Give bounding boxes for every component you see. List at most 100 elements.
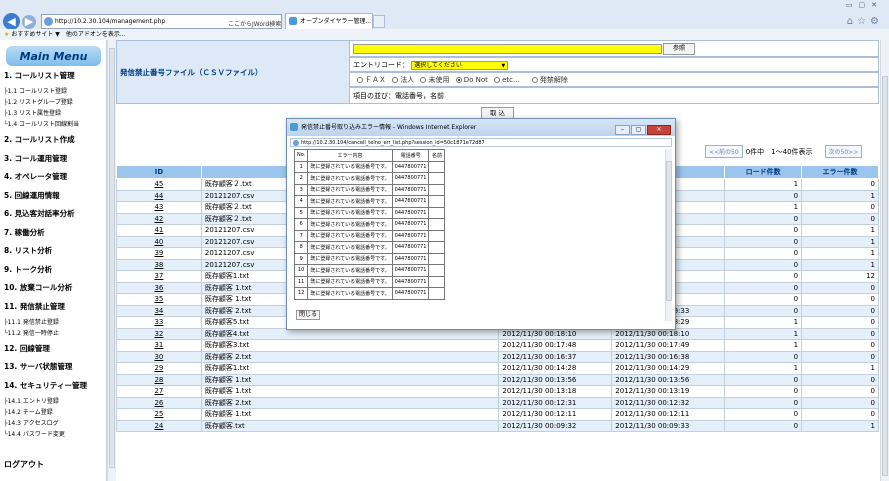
row-id-link[interactable]: 33 [116,316,202,329]
sidebar-section[interactable]: 5. 回線運用情報 [4,190,60,201]
row-id-link[interactable]: 36 [116,281,202,294]
table-cell: 2012/11/30 00:09:32 [498,419,613,432]
row-id-link[interactable]: 37 [116,270,202,283]
sidebar-section[interactable]: 6. 見込客対話率分析 [4,208,75,219]
popup-close-button[interactable]: 閉じる [296,310,320,320]
sidebar-subitem[interactable]: └11.2 発信一時停止 [4,328,59,337]
row-id-link[interactable]: 42 [116,212,202,225]
fav-link-recommended[interactable]: おすすめサイト ▼ [11,31,60,38]
table-cell: 2012/11/30 00:13:19 [611,385,726,398]
back-icon[interactable]: ◀ [3,13,20,30]
sidebar-section[interactable]: 7. 稼働分析 [4,227,45,238]
sidebar-subitem[interactable]: ├14.3 アクセスログ [4,418,59,427]
sidebar-subitem[interactable]: └14.4 パスワード変更 [4,429,65,438]
sidebar-subitem[interactable]: └1.4 コールリスト回線割当 [4,119,79,128]
row-id-link[interactable]: 40 [116,235,202,248]
row-id-link[interactable]: 26 [116,396,202,409]
error-cell: 12 [293,287,309,300]
row-id-link[interactable]: 31 [116,339,202,352]
error-cell: 0447800771 [391,264,430,277]
row-id-link[interactable]: 41 [116,224,202,237]
row-id-link[interactable]: 44 [116,189,202,202]
popup-scrollbar[interactable] [665,149,672,321]
error-cell [428,183,446,196]
table-cell: 1 [724,362,803,375]
error-cell: 2 [293,172,309,185]
row-id-link[interactable]: 45 [116,178,202,191]
sidebar-section[interactable]: 9. トーク分析 [4,264,52,275]
home-star-gear-icons[interactable]: ⌂☆⚙ [847,16,883,27]
error-cell: 4 [293,195,309,208]
table-cell: 既存顧客 2.txt [200,396,500,409]
row-id-link[interactable]: 39 [116,247,202,260]
upload-form: 発信禁止番号ファイル（ＣＳＶファイル） 参照 エントリコード： 選択してください… [116,40,879,104]
fav-link-addons[interactable]: 他のアドオンを表示... [66,31,126,38]
radio-unused[interactable] [420,77,427,83]
sidebar-subitem[interactable]: ├14.2 チーム登録 [4,407,53,416]
sidebar-section[interactable]: 1. コールリスト管理 [4,70,75,81]
address-bar[interactable]: http://10.2.30.104/management.php ここからJWo… [41,14,282,29]
sidebar-section[interactable]: 8. リスト分析 [4,245,52,256]
sidebar-scroll-thumb[interactable] [109,48,115,468]
sidebar-subitem[interactable]: ├1.1 コールリスト登録 [4,86,67,95]
radio-fax[interactable] [357,77,363,83]
row-id-link[interactable]: 27 [116,385,202,398]
sidebar-subitem[interactable]: ├1.3 リスト属性登録 [4,108,61,117]
sidebar-subitem[interactable]: ├1.2 リストグループ登録 [4,97,73,106]
sidebar-section[interactable]: 2. コールリスト作成 [4,134,75,145]
popup-maximize-button[interactable]: ▢ [631,125,646,135]
file-input[interactable] [353,44,662,54]
table-cell: 1 [724,327,803,340]
browse-button[interactable]: 参照 [663,43,695,55]
search-hint[interactable]: ここからJWord検索 ρ ▾ ☒ ↻ ✕ [228,18,281,28]
new-tab-button[interactable] [373,15,385,28]
radio-corporate[interactable] [392,77,399,83]
row-id-link[interactable]: 34 [116,304,202,317]
radio-do-not[interactable] [455,77,462,83]
sidebar-subitem[interactable]: ├11.1 発信禁止登録 [4,317,59,326]
row-id-link[interactable]: 28 [116,373,202,386]
popup-minimize-button[interactable]: – [615,125,630,135]
sidebar-section[interactable]: 13. サーバ状態管理 [4,361,72,372]
table-cell: 2012/11/30 00:13:56 [498,373,613,386]
tab-management[interactable]: オープンダイヤラー管理... ✕ [285,13,373,29]
window-controls[interactable]: ▭▢✕ [846,1,883,9]
sidebar-section[interactable]: 3. コール運用管理 [4,153,67,164]
popup-scroll-thumb[interactable] [666,161,672,301]
order-label: 項目の並び：電話番号，名前 [353,92,444,100]
sidebar-scrollbar[interactable] [107,40,116,481]
popup-titlebar[interactable]: 発信禁止番号取り込みエラー情報 - Windows Internet Explo… [287,119,675,136]
popup-address-bar[interactable]: http://10.2.30.104/cancell_telno_err_lis… [290,138,672,147]
row-id-link[interactable]: 35 [116,293,202,306]
logout-link[interactable]: ログアウト [4,459,44,470]
main-scroll-thumb[interactable] [882,76,888,476]
pager: <<前の50 0件中 1〜40件表示 次の50>> [702,145,865,158]
radio-release[interactable] [531,77,538,83]
main-scrollbar[interactable] [880,40,889,481]
sidebar-section[interactable]: 11. 発信禁止管理 [4,301,65,312]
row-id-link[interactable]: 38 [116,258,202,271]
sidebar-section[interactable]: 14. セキュリティー管理 [4,380,87,391]
sidebar-section[interactable]: 10. 放棄コール分析 [4,282,72,293]
next-page-button[interactable]: 次の50>> [824,145,863,158]
row-id-link[interactable]: 24 [116,419,202,432]
row-id-link[interactable]: 29 [116,362,202,375]
table-row: 31 既存顧客3.txt 2012/11/30 00:17:48 2012/11/30… [116,339,879,352]
entry-select[interactable]: 選択してください [411,61,509,70]
row-id-link[interactable]: 25 [116,408,202,421]
popup-close-icon[interactable]: ✕ [647,125,671,135]
browser-chrome: ◀ ▶ http://10.2.30.104/management.php ここか… [0,0,889,40]
error-cell: 0447800771 [391,275,430,288]
sidebar-section[interactable]: 12. 回線管理 [4,343,50,354]
sidebar-subitem[interactable]: ├14.1 エントリ登録 [4,396,59,405]
row-id-link[interactable]: 32 [116,327,202,340]
table-cell: 1 [801,362,879,375]
row-id-link[interactable]: 30 [116,350,202,363]
favorites-star-icon[interactable]: ★ [4,31,9,38]
forward-icon[interactable]: ▶ [22,15,36,29]
row-id-link[interactable]: 43 [116,201,202,214]
sidebar-section[interactable]: 4. オペレータ管理 [4,171,67,182]
table-cell: 1 [801,235,879,248]
prev-page-button[interactable]: <<前の50 [705,145,743,158]
radio-etc[interactable] [494,77,501,83]
